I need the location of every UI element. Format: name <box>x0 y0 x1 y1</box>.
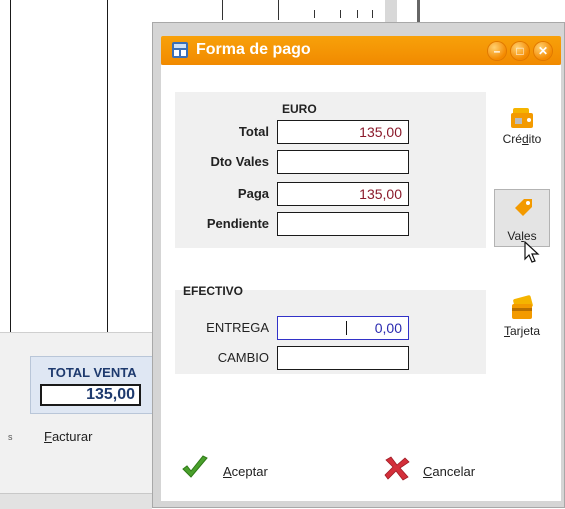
entrega-value: 0,00 <box>374 320 402 336</box>
paga-field[interactable]: 135,00 <box>277 182 409 206</box>
entrega-field[interactable]: 0,00 <box>277 316 409 340</box>
mouse-cursor-icon <box>524 241 540 263</box>
close-button[interactable]: ✕ <box>534 42 552 60</box>
cambio-label: CAMBIO <box>217 350 269 365</box>
dialog-body: EURO Total 135,00 Dto Vales Paga 135,00 … <box>161 65 561 501</box>
total-venta-panel: TOTAL VENTA 135,00 <box>30 356 154 414</box>
grid-tick <box>357 10 358 18</box>
efectivo-panel: EFECTIVO ENTREGA 0,00 CAMBIO <box>175 284 486 374</box>
wallet-icon <box>511 108 533 128</box>
payment-dialog: Forma de pago – □ ✕ EURO Total 135,00 Dt… <box>152 22 565 508</box>
total-field[interactable]: 135,00 <box>277 120 409 144</box>
minimize-icon: – <box>493 44 501 58</box>
total-label: Total <box>238 124 269 139</box>
dto-vales-label: Dto Vales <box>210 154 269 169</box>
euro-header: EURO <box>282 102 317 116</box>
grid-tick <box>340 10 341 18</box>
cancelar-label: Cancelar <box>423 464 476 479</box>
grid-tick <box>278 0 279 20</box>
grid-tick <box>222 0 223 20</box>
tarjeta-button[interactable]: Tarjeta <box>491 295 553 338</box>
pendiente-label: Pendiente <box>206 216 269 231</box>
credito-label: Crédito <box>502 132 542 146</box>
total-venta-value: 135,00 <box>40 384 141 406</box>
vales-button[interactable]: Vales <box>494 189 550 247</box>
maximize-icon: □ <box>516 44 524 58</box>
cancelar-button[interactable]: Cancelar <box>383 455 493 485</box>
tarjeta-label: Tarjeta <box>503 324 541 338</box>
cambio-field[interactable] <box>277 346 409 370</box>
dialog-title: Forma de pago <box>196 41 311 58</box>
credit-card-icon <box>512 295 533 319</box>
text-caret <box>346 321 347 335</box>
paga-label: Paga <box>237 186 269 201</box>
facturar-label: acturar <box>51 429 93 444</box>
grid-scroll-block <box>385 0 397 22</box>
aceptar-label: Aceptar <box>223 464 268 479</box>
facturar-hotkey: F <box>44 429 52 444</box>
close-icon: ✕ <box>537 44 549 58</box>
grid-line <box>417 0 420 22</box>
aceptar-button[interactable]: Aceptar <box>181 455 281 485</box>
dto-vales-field[interactable] <box>277 150 409 174</box>
credito-button[interactable]: Crédito <box>491 107 553 146</box>
efectivo-header: EFECTIVO <box>183 284 244 298</box>
status-strip <box>0 493 152 509</box>
minimize-button[interactable]: – <box>488 42 506 60</box>
facturar-button[interactable]: Facturar <box>44 429 92 444</box>
grid-tick <box>372 10 373 18</box>
checkmark-icon <box>182 455 208 478</box>
truncated-button-label: s <box>8 432 13 442</box>
cash-register-icon <box>172 42 188 58</box>
grid-tick <box>314 10 315 18</box>
tag-icon <box>515 199 532 216</box>
dialog-titlebar[interactable]: Forma de pago – □ ✕ <box>161 36 561 65</box>
cancel-x-icon <box>384 456 410 481</box>
total-venta-label: TOTAL VENTA <box>48 365 137 380</box>
grid-line <box>10 0 11 332</box>
pendiente-field[interactable] <box>277 212 409 236</box>
maximize-button[interactable]: □ <box>511 42 529 60</box>
grid-line <box>107 0 108 332</box>
entrega-label: ENTREGA <box>206 320 269 335</box>
euro-panel: EURO Total 135,00 Dto Vales Paga 135,00 … <box>175 92 486 248</box>
